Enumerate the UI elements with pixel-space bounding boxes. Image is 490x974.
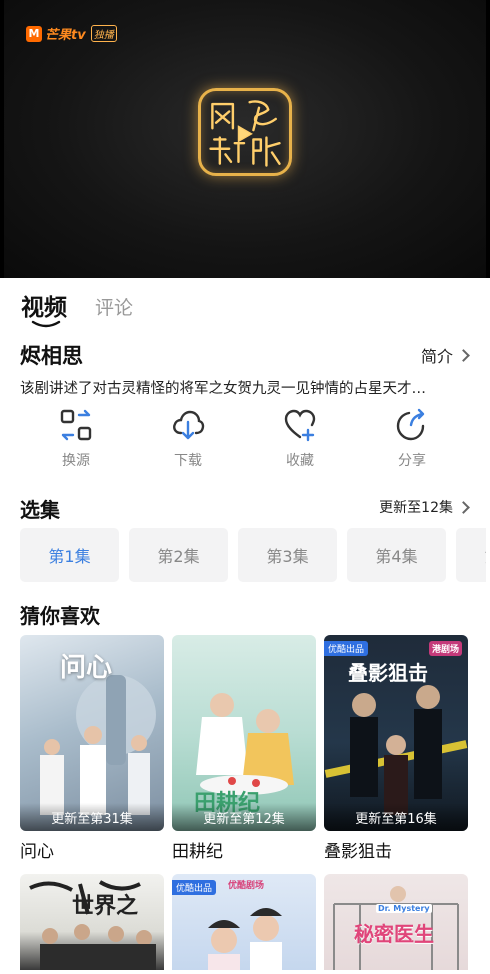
watermark-tag: 独播	[90, 25, 117, 42]
intro-button[interactable]: 简介	[420, 343, 470, 367]
poster-image: 田耕纪 更新至第12集	[172, 635, 316, 831]
action-bar: 换源 下载 收藏 分享	[4, 408, 486, 470]
tab-active-indicator	[31, 320, 61, 328]
switch-source-label: 换源	[62, 453, 90, 469]
update-overlay: 更新至第31集	[20, 803, 164, 831]
show-description: 该剧讲述了对古灵精怪的将军之女贺九灵一见钟情的占星天才…	[20, 381, 426, 397]
poster-subtitle: Dr. Mystery	[376, 904, 432, 913]
recommend-title: 猜你喜欢	[20, 604, 100, 628]
recommend-card[interactable]: 田耕纪 更新至第12集 田耕纪	[172, 635, 316, 862]
download-cloud-icon	[173, 410, 205, 440]
poster-image: 优酷出品 优酷剧场	[172, 874, 316, 970]
episodes-update-status: 更新至12集	[379, 500, 453, 516]
episodes-all-button[interactable]: 更新至12集	[379, 497, 470, 517]
show-title: 烬相思	[20, 344, 83, 368]
episode-item[interactable]: 第1集	[20, 528, 119, 582]
switch-source-icon	[60, 409, 92, 441]
poster-title: 叠影狙击	[348, 661, 428, 685]
tab-video[interactable]: 视频	[21, 288, 67, 328]
recommend-card[interactable]: 优酷出品 港剧场 叠影狙击 更新至第16集 叠影狙击	[324, 635, 468, 862]
recommend-card[interactable]: 问心 更新至第31集 问心	[20, 635, 164, 862]
episode-item[interactable]: 第3集	[238, 528, 337, 582]
recommend-card[interactable]: 优酷出品 优酷剧场	[172, 874, 316, 970]
recommend-name: 问心	[20, 842, 54, 862]
favorite-button[interactable]: 收藏	[244, 408, 356, 470]
episode-item[interactable]: 第5集	[456, 528, 486, 582]
recommend-card[interactable]: 世界之	[20, 874, 164, 970]
producer-badge: 优酷出品	[172, 880, 217, 895]
intro-label: 简介	[420, 347, 453, 366]
share-button[interactable]: 分享	[356, 408, 468, 470]
share-label: 分享	[398, 453, 426, 469]
recommend-name: 叠影狙击	[324, 842, 392, 862]
producer-badge: 优酷出品	[324, 641, 369, 656]
favorite-heart-icon	[284, 409, 316, 442]
update-overlay: 更新至第12集	[172, 803, 316, 831]
recommend-grid: 问心 更新至第31集 问心 田耕纪 更新至第12集 田耕纪	[20, 635, 472, 970]
switch-source-button[interactable]: 换源	[20, 408, 132, 470]
player-right-edge	[486, 0, 490, 278]
episode-item[interactable]: 第4集	[347, 528, 446, 582]
video-player[interactable]: M 芒果tv 独播	[0, 0, 490, 278]
detail-sheet: 视频 评论 烬相思 简介 该剧讲述了对古灵精怪的将军之女贺九灵一见钟情的占星天才…	[4, 278, 486, 974]
tab-video-label: 视频	[21, 295, 67, 321]
recommend-name: 田耕纪	[172, 842, 223, 862]
episode-item[interactable]: 第2集	[129, 528, 228, 582]
theater-badge: 港剧场	[428, 641, 462, 656]
tab-comments[interactable]: 评论	[95, 293, 133, 320]
download-button[interactable]: 下载	[132, 408, 244, 470]
tab-bar: 视频 评论	[21, 288, 133, 328]
favorite-label: 收藏	[286, 453, 314, 469]
episode-list: 第1集 第2集 第3集 第4集 第5集	[20, 528, 486, 582]
poster-title: 世界之	[72, 894, 139, 919]
chevron-right-icon	[457, 348, 470, 362]
theater-badge: 优酷剧场	[228, 881, 265, 891]
update-overlay: 更新至第16集	[324, 803, 468, 831]
poster-image: 优酷出品 港剧场 叠影狙击 更新至第16集	[324, 635, 468, 831]
poster-image: 问心 更新至第31集	[20, 635, 164, 831]
poster-image: Dr. Mystery 秘密医生	[324, 874, 468, 970]
poster-title: 问心	[60, 653, 113, 683]
watermark-brand: 芒果tv	[45, 28, 86, 43]
network-broadcast-seal	[198, 88, 292, 176]
player-left-edge	[0, 0, 4, 278]
recommend-card[interactable]: Dr. Mystery 秘密医生	[324, 874, 468, 970]
download-label: 下载	[174, 453, 202, 469]
mango-logo-icon: M	[26, 25, 42, 42]
platform-watermark: M 芒果tv 独播	[26, 24, 117, 43]
poster-title: 秘密医生	[354, 922, 434, 946]
poster-image: 世界之	[20, 874, 164, 970]
share-icon	[396, 408, 425, 441]
episodes-title: 选集	[20, 498, 60, 522]
chevron-right-icon	[457, 500, 470, 514]
